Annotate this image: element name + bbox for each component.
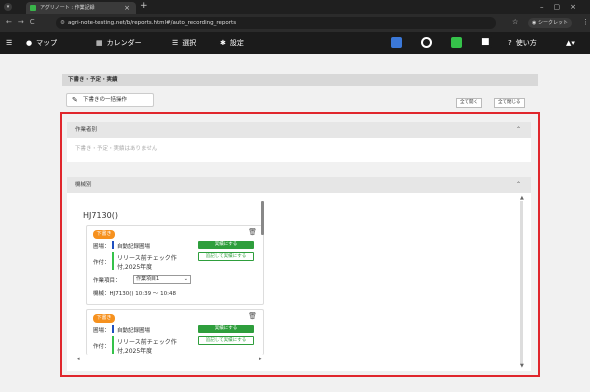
menu-toggle-icon[interactable]: ☰ — [6, 38, 12, 48]
browser-tab[interactable]: アグリノート : 作業記録 × — [26, 2, 136, 14]
close-tab-icon[interactable]: × — [124, 2, 130, 14]
address-bar-row: ←→C ⚙ agri-note-testing.net/b/reports.ht… — [0, 14, 590, 32]
nav-settings[interactable]: ✱ 設定 — [220, 38, 244, 48]
close-all-button[interactable]: 全て閉じる — [494, 98, 525, 108]
tab-search-icon[interactable]: ▾ — [4, 3, 12, 11]
nav-calendar-label: カレンダー — [106, 39, 142, 47]
browser-tab-bar: ▾ アグリノート : 作業記録 × + –▢× — [0, 0, 590, 14]
url-field[interactable]: ⚙ agri-note-testing.net/b/reports.html#/… — [56, 17, 496, 29]
nav-help[interactable]: ? 使い方 — [508, 38, 537, 48]
nav-select-label: 選択 — [182, 39, 197, 47]
app-navbar: ☰ ● マップ ▦ カレンダー ☰ 選択 ✱ 設定 ■ ? 使い方 ▲▾ — [0, 32, 590, 54]
incognito-badge[interactable]: ◉ シークレット — [528, 18, 572, 28]
url-text: agri-note-testing.net/b/reports.html#/au… — [68, 20, 237, 26]
highlight-frame — [60, 112, 540, 377]
map-pin-icon: ● — [26, 39, 33, 47]
incognito-label: シークレット — [537, 20, 568, 26]
section-title: 下書き・予定・実績 — [62, 74, 538, 86]
bulk-draft-label: 下書きの一括操作 — [83, 97, 128, 103]
user-menu-icon[interactable]: ▲▾ — [566, 38, 575, 48]
bulk-draft-button[interactable]: ✎ 下書きの一括操作 — [66, 93, 154, 107]
open-all-button[interactable]: 全て開く — [456, 98, 482, 108]
nav-calendar[interactable]: ▦ カレンダー — [96, 38, 142, 48]
window-controls[interactable]: –▢× — [540, 0, 586, 14]
nav-map[interactable]: ● マップ — [26, 38, 57, 48]
nav-buttons[interactable]: ←→C — [6, 18, 41, 26]
nav-settings-label: 設定 — [229, 39, 244, 47]
bookmark-star-icon[interactable]: ☆ — [512, 18, 518, 26]
nav-help-label: 使い方 — [515, 39, 537, 47]
tab-title: アグリノート : 作業記録 — [40, 5, 95, 11]
list-icon: ☰ — [172, 39, 179, 47]
calendar-icon: ▦ — [96, 39, 103, 47]
record-icon[interactable] — [421, 37, 432, 48]
notification-icon[interactable]: ■ — [481, 37, 492, 48]
browser-menu-icon[interactable]: ⋮ — [582, 18, 589, 26]
gear-icon: ✱ — [220, 39, 226, 47]
new-tab-button[interactable]: + — [140, 1, 148, 11]
site-info-icon[interactable]: ⚙ — [60, 17, 65, 29]
pencil-icon: ✎ — [72, 96, 78, 104]
nav-map-label: マップ — [36, 39, 58, 47]
app-icon-green[interactable] — [451, 37, 462, 48]
help-icon: ? — [508, 39, 512, 47]
nav-select[interactable]: ☰ 選択 — [172, 38, 196, 48]
app-icon-blue[interactable] — [391, 37, 402, 48]
favicon-icon — [30, 5, 36, 11]
